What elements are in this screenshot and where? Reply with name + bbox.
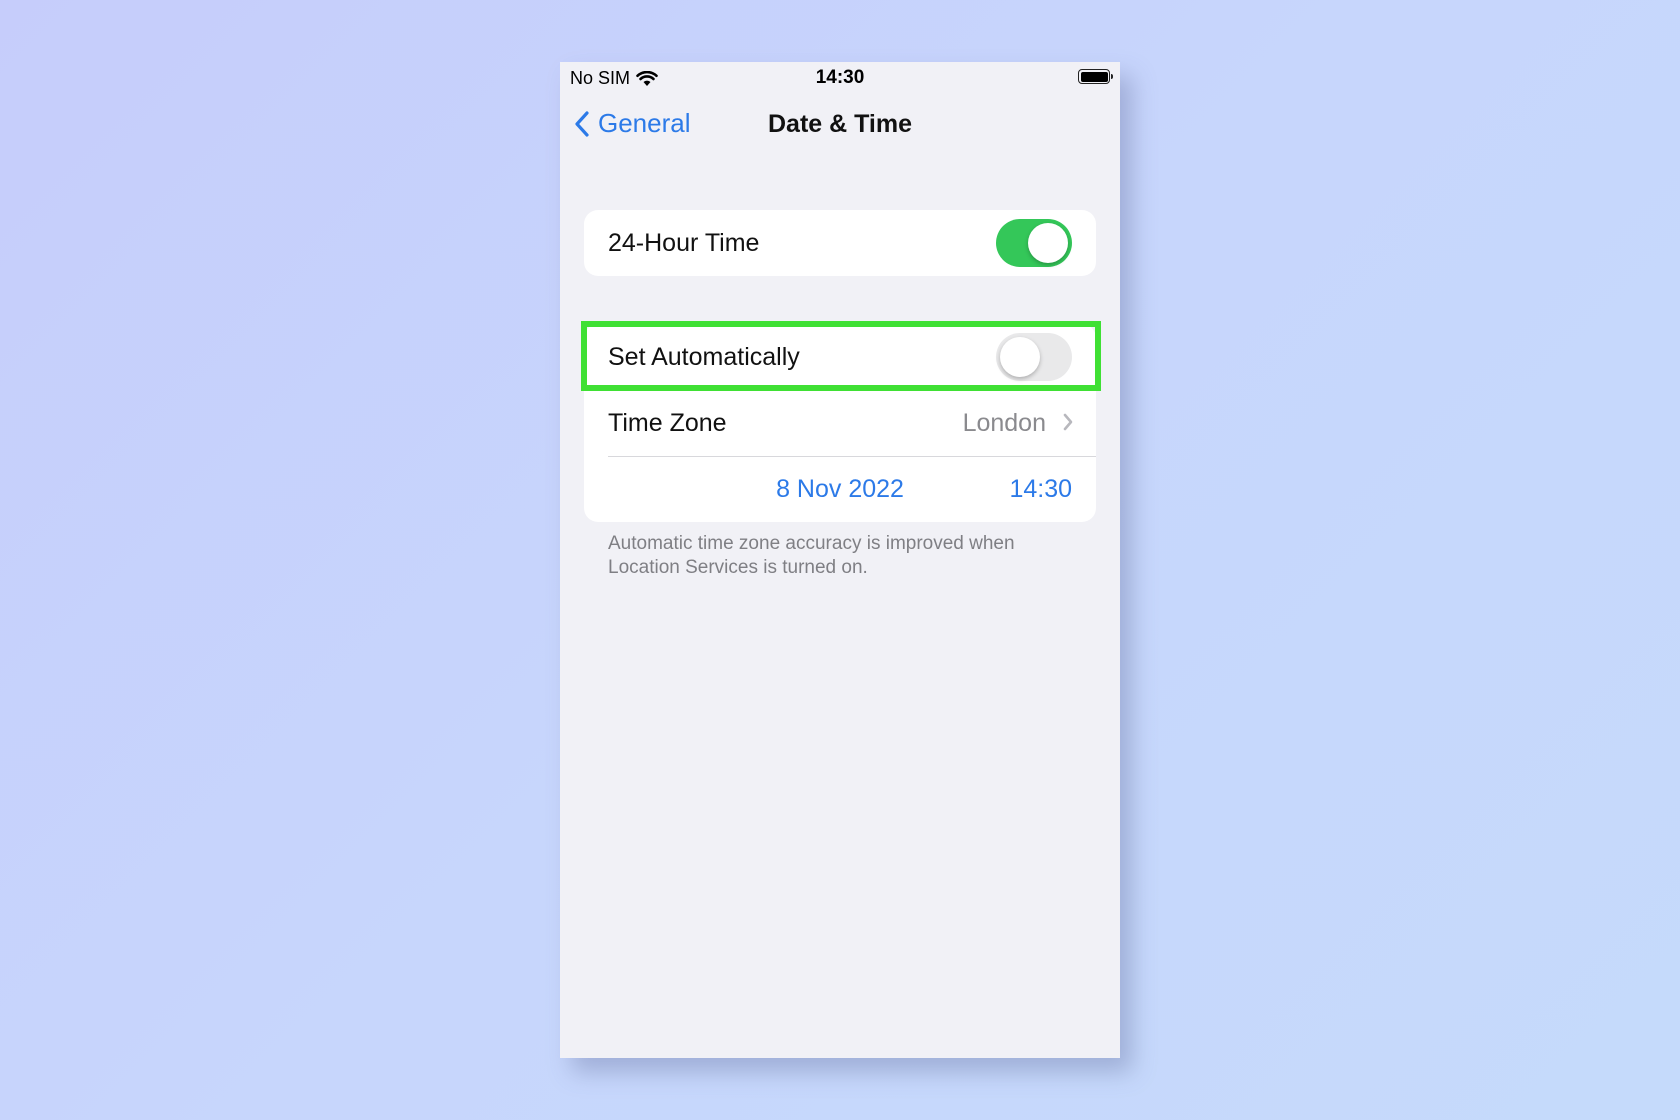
time-zone-value: London [962, 408, 1046, 437]
set-automatically-label: Set Automatically [608, 342, 800, 371]
time-zone-label: Time Zone [608, 408, 727, 437]
date-time-group: Set Automatically Time Zone London 8 Nov… [584, 324, 1096, 522]
hour24-toggle[interactable] [996, 219, 1072, 267]
hour24-group: 24-Hour Time [584, 210, 1096, 276]
status-clock: 14:30 [815, 67, 865, 88]
date-time-row: 8 Nov 2022 14:30 [584, 456, 1096, 522]
chevron-right-icon [1063, 413, 1073, 431]
time-button[interactable]: 14:30 [1009, 475, 1072, 504]
footnote-text: Automatic time zone accuracy is improved… [608, 533, 1015, 578]
hour24-row: 24-Hour Time [584, 210, 1096, 276]
navigation-bar: General Date & Time [560, 100, 1120, 150]
set-automatically-toggle[interactable] [996, 333, 1072, 381]
battery-icon [1078, 69, 1113, 84]
time-zone-row[interactable]: Time Zone London [584, 390, 1096, 456]
hour24-label: 24-Hour Time [608, 228, 760, 257]
phone-screen: No SIM 14:30 General Date & Time 24-Hour… [560, 62, 1120, 1058]
set-automatically-row: Set Automatically [584, 324, 1096, 390]
page-title: Date & Time [767, 110, 913, 138]
status-bar: No SIM 14:30 [560, 62, 1120, 92]
